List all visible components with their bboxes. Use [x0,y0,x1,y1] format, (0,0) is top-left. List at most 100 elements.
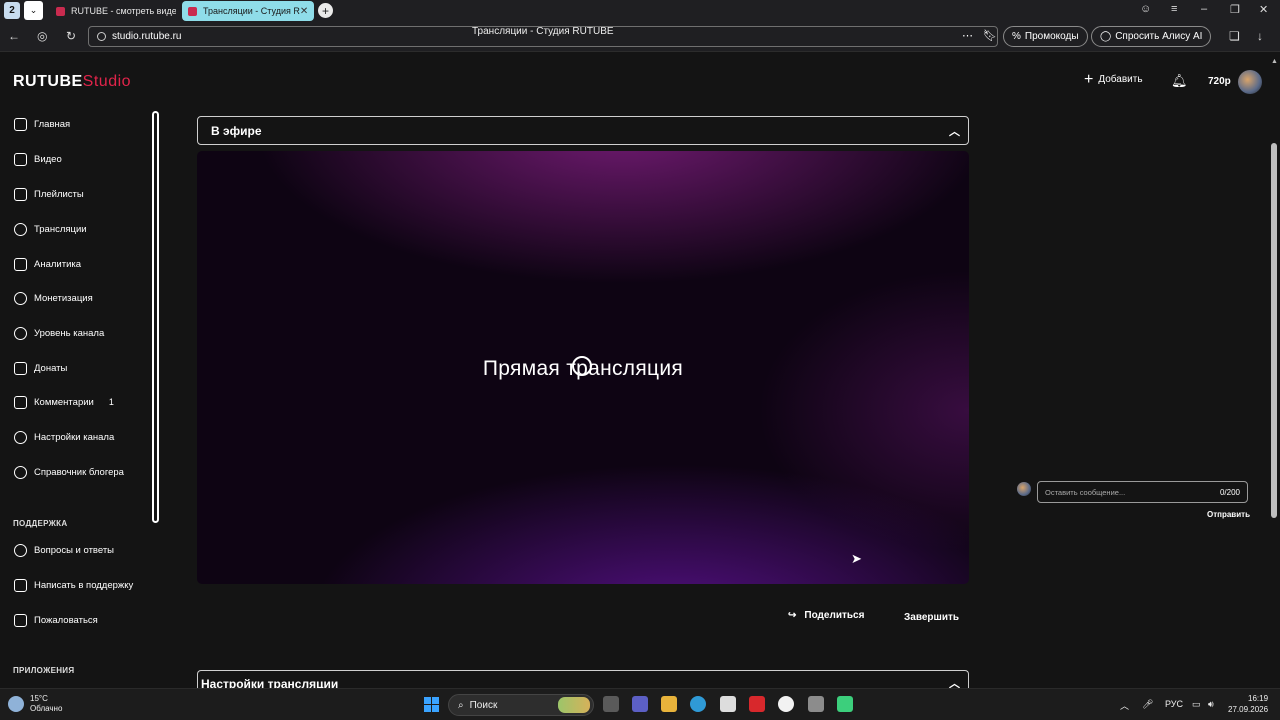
menu-icon[interactable]: ≡ [1171,3,1177,15]
clock-time: 16:19 [1248,694,1269,703]
add-button[interactable]: + Добавить [1084,70,1143,88]
scroll-up-icon[interactable]: ▲ [1271,58,1278,65]
sidebar-item-playlists[interactable]: Плейлисты [14,184,84,204]
comment-icon [14,395,27,409]
live-player[interactable]: Прямая трансляция [197,151,969,584]
mail-icon [14,578,27,592]
sidebar-item-channel-settings[interactable]: Настройки канала [14,427,114,447]
shield-icon[interactable]: ◎ [37,29,47,43]
bell-icon[interactable]: 🔔︎ [1171,73,1188,89]
flag-icon [14,613,27,627]
app-icon[interactable] [808,696,824,712]
close-window-icon[interactable]: ✕ [1259,3,1268,16]
rutube-favicon-icon [56,6,65,16]
language-indicator[interactable]: РУС [1165,699,1183,709]
avatar[interactable] [1238,70,1262,94]
tab-rutube[interactable]: RUTUBE - смотреть виде [50,1,176,21]
donation-icon [14,361,27,375]
sidebar-item-faq[interactable]: Вопросы и ответы [14,540,114,560]
profile-icon[interactable]: ☺ [1140,3,1151,15]
comments-count-badge: 1 [108,397,114,407]
tab-close-icon[interactable]: ✕ [300,6,308,17]
new-tab-icon[interactable]: + [318,3,333,18]
bookmark-icon[interactable]: 🔖︎ [983,29,997,42]
tab-label: RUTUBE - смотреть виде [71,6,176,16]
clock-date: 27.09.2026 [1228,705,1269,714]
info-icon [14,465,27,479]
tab-label: Трансляции - Студия R [203,6,300,16]
volume-icon[interactable]: 🔊︎ [1208,699,1214,710]
tab-studio[interactable]: Трансляции - Студия R ✕ [182,1,314,21]
sidebar-item-analytics[interactable]: Аналитика [14,254,81,274]
sidebar-item-comments[interactable]: Комментарии 1 [14,392,114,412]
logo-sub: Studio [82,73,132,90]
yandex-icon[interactable] [749,696,765,712]
promo-button[interactable]: % Промокоды [1003,26,1088,47]
collections-icon[interactable]: ❏ [1229,29,1240,43]
sidebar-item-label: Трансляции [34,223,87,235]
microphone-icon[interactable]: 🎤︎ [1142,699,1153,710]
search-highlight-icon [558,697,590,713]
windows-start-icon[interactable] [424,697,439,712]
sidebar-item-channel-level[interactable]: Уровень канала [14,323,104,343]
sidebar-item-label: Справочник блогера [34,466,124,478]
add-label: Добавить [1098,74,1143,85]
home-icon [14,117,27,131]
star-icon [14,326,27,340]
chat-send-button[interactable]: Отправить [1207,510,1250,519]
yandex-browser-icon[interactable] [778,696,794,712]
sidebar-item-label: Вопросы и ответы [34,544,115,556]
restore-icon[interactable]: ❐ [1230,3,1240,16]
sidebar-item-video[interactable]: Видео [14,149,62,169]
end-stream-button[interactable]: Завершить [904,612,959,623]
windows-taskbar: 15°C Облачно ⌕ Поиск ︿ 🎤︎ РУС ▭ 🔊︎ 16:19… [0,688,1280,720]
more-dots-icon[interactable]: ⋯ [962,29,973,42]
sidebar-item-donations[interactable]: Донаты [14,358,67,378]
network-icon[interactable]: ▭ [1192,699,1201,710]
minimize-icon[interactable]: – [1201,3,1207,15]
sidebar-item-blogger-guide[interactable]: Справочник блогера [14,462,124,482]
studio-favicon-icon [188,6,197,16]
sidebar-item-streams[interactable]: Трансляции [14,219,87,239]
chat-message-input[interactable]: Оставить сообщение... 0/200 [1037,481,1248,503]
page-scrollbar[interactable] [1271,143,1277,518]
tab-count-badge[interactable]: 2 [4,2,20,19]
sidebar-item-label: Настройки канала [34,431,115,443]
gear-icon [14,430,27,444]
search-label: Поиск [469,699,498,711]
weather-widget[interactable]: 15°C Облачно [8,694,62,714]
store-icon[interactable] [720,696,736,712]
edge-icon[interactable] [690,696,706,712]
plus-icon: + [1084,70,1094,88]
task-view-icon[interactable] [603,696,619,712]
sidebar-item-label: Донаты [34,362,68,374]
live-section-header[interactable]: В эфире ︿ [197,116,969,145]
sidebar-item-monetization[interactable]: Монетизация [14,288,93,308]
share-button[interactable]: ↪ Поделиться [788,610,864,621]
sidebar-item-home[interactable]: Главная [14,114,70,134]
reload-icon[interactable]: ↻ [66,29,76,43]
tray-expand-icon[interactable]: ︿ [1120,699,1129,712]
chat-char-counter: 0/200 [1219,487,1240,497]
resolution-label[interactable]: 720p [1208,76,1231,87]
sidebar-scrollbar[interactable] [152,111,159,523]
rutube-studio-logo[interactable]: RUTUBEStudio [13,73,131,91]
taskbar-clock[interactable]: 16:19 27.09.2026 [1228,693,1268,715]
messenger-icon[interactable] [837,696,853,712]
sidebar-item-label: Аналитика [34,258,82,270]
teams-icon[interactable] [632,696,648,712]
alice-label: Спросить Алису AI [1115,31,1203,42]
download-icon[interactable]: ↓ [1257,29,1263,43]
chevron-up-icon[interactable]: ︿ [949,123,960,139]
taskbar-search[interactable]: ⌕ Поиск [448,694,594,716]
back-arrow-icon[interactable]: ← [8,29,20,43]
sidebar-item-label: Уровень канала [34,327,105,339]
file-explorer-icon[interactable] [661,696,677,712]
tab-list-chevron-icon[interactable]: ⌄ [24,1,43,20]
question-icon [14,543,27,557]
sidebar-item-write-support[interactable]: Написать в поддержку [14,575,133,595]
weather-condition: Облачно [30,704,63,713]
alice-button[interactable]: ◯ Спросить Алису AI [1091,26,1212,47]
browser-tab-bar: 2 ⌄ RUTUBE - смотреть виде Трансляции - … [0,0,1280,22]
sidebar-item-report[interactable]: Пожаловаться [14,610,98,630]
